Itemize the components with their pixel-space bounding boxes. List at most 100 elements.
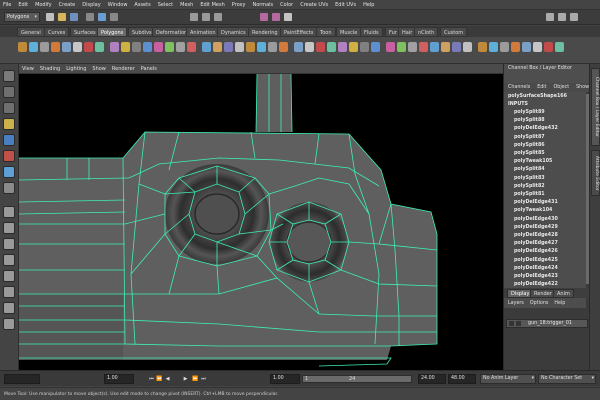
viewport-menu-show[interactable]: Show bbox=[92, 66, 106, 72]
play-forward-button[interactable]: ▶ bbox=[182, 375, 189, 383]
range-end-field[interactable]: 24.00 bbox=[418, 374, 446, 384]
layer-visibility-toggle[interactable] bbox=[509, 321, 514, 326]
shelf-tool-icon[interactable] bbox=[62, 42, 71, 52]
history-node-item[interactable]: polySplit84 bbox=[514, 167, 545, 172]
shelf-tool-icon[interactable] bbox=[360, 42, 369, 52]
scale-tool-icon[interactable] bbox=[3, 150, 15, 162]
current-time-field[interactable]: 1.00 bbox=[104, 374, 134, 384]
snap-point-icon[interactable] bbox=[214, 13, 222, 21]
shelf-tool-icon[interactable] bbox=[511, 42, 520, 52]
viewport-menu-shading[interactable]: Shading bbox=[40, 66, 60, 72]
viewport-menu-lighting[interactable]: Lighting bbox=[66, 66, 86, 72]
history-node-item[interactable]: polyTweak105 bbox=[514, 159, 552, 164]
history-node-item[interactable]: polyDelEdge425 bbox=[514, 258, 558, 263]
history-node-item[interactable]: polyTweak104 bbox=[514, 208, 552, 213]
shelf-tool-icon[interactable] bbox=[202, 42, 211, 52]
history-node-item[interactable]: polySplit87 bbox=[514, 135, 545, 140]
history-node-item[interactable]: polySplit86 bbox=[514, 143, 545, 148]
channel-box-menu-show[interactable]: Show bbox=[576, 85, 589, 90]
shelf-tool-icon[interactable] bbox=[430, 42, 439, 52]
history-node-item[interactable]: polyDelEdge432 bbox=[514, 126, 558, 131]
shelf-tab-general[interactable]: General bbox=[17, 27, 45, 37]
channel-box-menu-edit[interactable]: Edit bbox=[537, 85, 546, 90]
layer-tab-anim[interactable]: Anim bbox=[553, 289, 574, 298]
range-slider[interactable]: 1 24 bbox=[302, 375, 412, 383]
outliner-layout-icon[interactable] bbox=[3, 286, 15, 298]
shelf-tool-icon[interactable] bbox=[452, 42, 461, 52]
history-node-item[interactable]: polySplit88 bbox=[514, 118, 545, 123]
shelf-tool-icon[interactable] bbox=[18, 42, 27, 52]
history-node-item[interactable]: polyDelEdge424 bbox=[514, 266, 558, 271]
shelf-tab-muscle[interactable]: Muscle bbox=[336, 27, 362, 37]
menu-item-proxy[interactable]: Proxy bbox=[232, 2, 246, 8]
custom-layout-icon[interactable] bbox=[3, 318, 15, 330]
anim-layer-dropdown[interactable]: No Anim Layer bbox=[480, 374, 536, 384]
history-node-item[interactable]: polySplit81 bbox=[514, 192, 545, 197]
channel-box-side-tab[interactable]: Channel Box / Layer Editor bbox=[591, 68, 600, 146]
shelf-tab-toon[interactable]: Toon bbox=[316, 27, 336, 37]
go-to-end-button[interactable]: ⏭ bbox=[200, 375, 207, 383]
persp-graph-layout-icon[interactable] bbox=[3, 254, 15, 266]
open-scene-icon[interactable] bbox=[58, 13, 66, 21]
step-back-frame-button[interactable]: ◀ bbox=[164, 375, 171, 383]
shelf-tool-icon[interactable] bbox=[95, 42, 104, 52]
character-set-dropdown[interactable]: No Character Set bbox=[538, 374, 596, 384]
viewport-menu-renderer[interactable]: Renderer bbox=[112, 66, 135, 72]
new-scene-icon[interactable] bbox=[46, 13, 54, 21]
display-layer-row[interactable]: gun_18:trigger_01 bbox=[506, 319, 588, 328]
shelf-tool-icon[interactable] bbox=[213, 42, 222, 52]
shelf-tool-icon[interactable] bbox=[235, 42, 244, 52]
persp-outliner-layout-icon[interactable] bbox=[3, 238, 15, 250]
select-object-icon[interactable] bbox=[98, 13, 106, 21]
snap-curve-icon[interactable] bbox=[202, 13, 210, 21]
menu-item-create[interactable]: Create bbox=[59, 2, 76, 8]
paint-select-tool-icon[interactable] bbox=[3, 102, 15, 114]
shelf-tool-icon[interactable] bbox=[316, 42, 325, 52]
shelf-tool-icon[interactable] bbox=[224, 42, 233, 52]
shelf-tool-icon[interactable] bbox=[176, 42, 185, 52]
shelf-tab-painteffects[interactable]: PaintEffects bbox=[280, 27, 318, 37]
shelf-tool-icon[interactable] bbox=[555, 42, 564, 52]
show-tool-settings-icon[interactable] bbox=[558, 13, 566, 21]
layer-display-type-toggle[interactable] bbox=[516, 321, 521, 326]
shelf-tool-icon[interactable] bbox=[143, 42, 152, 52]
shelf-tool-icon[interactable] bbox=[522, 42, 531, 52]
graph-editor-layout-icon[interactable] bbox=[3, 302, 15, 314]
shelf-tab-dynamics[interactable]: Dynamics bbox=[217, 27, 250, 37]
last-tool-icon[interactable] bbox=[3, 182, 15, 194]
playback-end-field[interactable]: 48.00 bbox=[448, 374, 476, 384]
render-icon[interactable] bbox=[260, 13, 268, 21]
step-forward-key-button[interactable]: ⏩ bbox=[192, 375, 199, 383]
ipr-render-icon[interactable] bbox=[272, 13, 280, 21]
menu-item-select[interactable]: Select bbox=[158, 2, 173, 8]
menu-item-window[interactable]: Window bbox=[108, 2, 128, 8]
history-node-item[interactable]: polySplit82 bbox=[514, 184, 545, 189]
shelf-tool-icon[interactable] bbox=[441, 42, 450, 52]
history-node-item[interactable]: polyDelEdge429 bbox=[514, 225, 558, 230]
shelf-tab-surfaces[interactable]: Surfaces bbox=[70, 27, 100, 37]
shelf-tool-icon[interactable] bbox=[305, 42, 314, 52]
select-hierarchy-icon[interactable] bbox=[86, 13, 94, 21]
menu-item-file[interactable]: File bbox=[3, 2, 11, 8]
move-tool-icon[interactable] bbox=[3, 118, 15, 130]
shelf-tool-icon[interactable] bbox=[40, 42, 49, 52]
menu-item-edit[interactable]: Edit bbox=[18, 2, 28, 8]
shelf-tool-icon[interactable] bbox=[478, 42, 487, 52]
history-node-item[interactable]: polySplit83 bbox=[514, 176, 545, 181]
layer-menu-options[interactable]: Options bbox=[530, 301, 549, 306]
history-node-item[interactable]: polySplit85 bbox=[514, 151, 545, 156]
shelf-tool-icon[interactable] bbox=[419, 42, 428, 52]
shelf-tool-icon[interactable] bbox=[51, 42, 60, 52]
shelf-tab-fluids[interactable]: Fluids bbox=[360, 27, 383, 37]
layer-tab-render[interactable]: Render bbox=[530, 289, 556, 298]
shelf-tab-rendering[interactable]: Rendering bbox=[248, 27, 282, 37]
layer-menu-layers[interactable]: Layers bbox=[508, 301, 524, 306]
shelf-tool-icon[interactable] bbox=[279, 42, 288, 52]
shelf-tool-icon[interactable] bbox=[154, 42, 163, 52]
menu-item-mesh[interactable]: Mesh bbox=[180, 2, 193, 8]
shelf-tool-icon[interactable] bbox=[132, 42, 141, 52]
single-perspective-layout-icon[interactable] bbox=[3, 206, 15, 218]
rotate-tool-icon[interactable] bbox=[3, 134, 15, 146]
history-node-item[interactable]: polyDelEdge423 bbox=[514, 274, 558, 279]
menu-item-normals[interactable]: Normals bbox=[252, 2, 273, 8]
